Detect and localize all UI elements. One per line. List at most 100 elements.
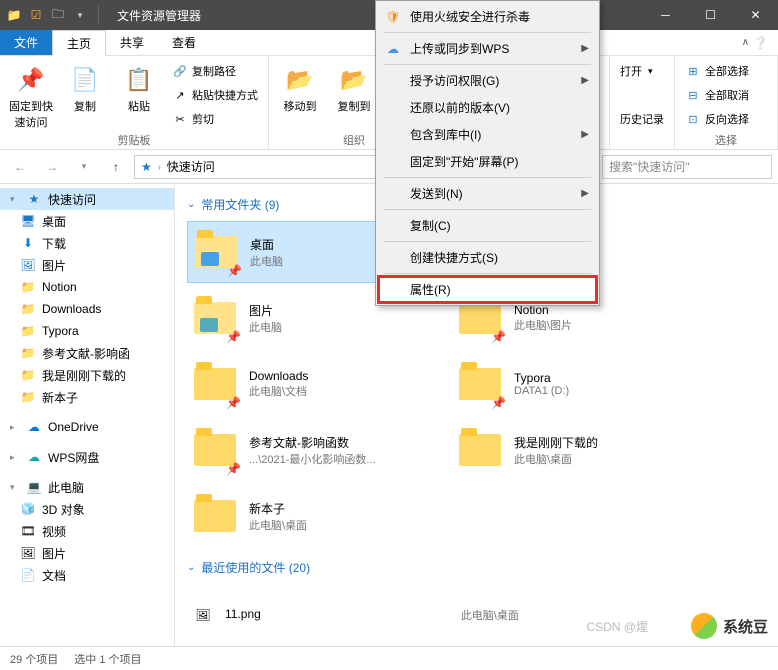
open-button[interactable]: 打开▾	[616, 60, 668, 82]
tab-view[interactable]: 查看	[158, 30, 210, 55]
pin-icon: 📌	[226, 396, 241, 410]
star-icon: ★	[141, 160, 152, 174]
copypath-button[interactable]: 🔗复制路径	[168, 60, 262, 82]
folder-item-newbook[interactable]: 新本子此电脑\桌面	[187, 485, 432, 547]
history-button[interactable]: 历史记录	[616, 108, 668, 130]
qat-checkbox-icon[interactable]: ☑	[28, 7, 44, 23]
up-button[interactable]: ↑	[102, 154, 130, 180]
chevron-down-icon: ⌄	[187, 562, 195, 573]
minimize-button[interactable]: ─	[643, 0, 688, 30]
paste-button[interactable]: 📋 粘贴	[114, 60, 164, 130]
folder-item-typora[interactable]: 📌 TyporaDATA1 (D:)	[452, 353, 697, 415]
ctx-pinstart[interactable]: 固定到"开始"屏幕(P)	[378, 148, 597, 175]
sidebar-item-downloads[interactable]: ⬇下载	[0, 232, 174, 254]
context-menu: 🛡使用火绒安全进行杀毒 ☁上传或同步到WPS▶ 授予访问权限(G)▶ 还原以前的…	[375, 0, 600, 306]
sidebar-item-3d[interactable]: 🧊3D 对象	[0, 498, 174, 520]
video-icon: 🎞	[20, 523, 36, 539]
desktop-icon: 🖥	[20, 213, 36, 229]
sidebar-item-onedrive[interactable]: ▸☁OneDrive	[0, 416, 174, 438]
sidebar-item-pictures[interactable]: 🖼图片	[0, 254, 174, 276]
tab-home[interactable]: 主页	[52, 30, 106, 56]
tab-file[interactable]: 文件	[0, 30, 52, 55]
recent-dropdown[interactable]: ▾	[70, 154, 98, 180]
shortcut-icon: ↗	[172, 87, 188, 103]
sidebar-item-pictures2[interactable]: 🖼图片	[0, 542, 174, 564]
cloud-icon: ☁	[384, 40, 402, 58]
ctx-copy[interactable]: 复制(C)	[378, 212, 597, 239]
sidebar-item-wps[interactable]: ▸☁WPS网盘	[0, 446, 174, 468]
cube-icon: 🧊	[20, 501, 36, 517]
sidebar-item-video[interactable]: 🎞视频	[0, 520, 174, 542]
copy-button[interactable]: 📄 复制	[60, 60, 110, 130]
group-select-label: 选择	[681, 130, 771, 150]
sidebar-item-newbook[interactable]: 📁新本子	[0, 386, 174, 408]
shield-icon: 🛡	[384, 8, 402, 26]
picture-icon: 🖼	[20, 545, 36, 561]
pin-icon: 📌	[226, 330, 241, 344]
ctx-sendto[interactable]: 发送到(N)▶	[378, 180, 597, 207]
ctx-grant[interactable]: 授予访问权限(G)▶	[378, 67, 597, 94]
ctx-shortcut[interactable]: 创建快捷方式(S)	[378, 244, 597, 271]
section-recent[interactable]: ⌄最近使用的文件 (20)	[187, 559, 766, 576]
sidebar-item-downloads-en[interactable]: 📁Downloads	[0, 298, 174, 320]
ribbon-collapse-icon[interactable]: ∧	[742, 37, 749, 48]
sidebar-item-typora[interactable]: 📁Typora	[0, 320, 174, 342]
tab-share[interactable]: 共享	[106, 30, 158, 55]
selectall-icon: ⊞	[685, 63, 701, 79]
sidebar-item-quickaccess[interactable]: ▾★快速访问	[0, 188, 174, 210]
folder-icon: 📁	[20, 345, 36, 361]
pin-icon: 📌	[227, 264, 242, 278]
folder-icon: 📁	[20, 323, 36, 339]
forward-button[interactable]: →	[38, 154, 66, 180]
folder-item-deleted[interactable]: 我是刚刚下载的此电脑\桌面	[452, 419, 697, 481]
item-count: 29 个项目	[10, 651, 58, 667]
submenu-arrow-icon: ▶	[581, 188, 589, 199]
address-text: 快速访问	[167, 158, 215, 175]
recent-file-item[interactable]: 🖼 11.png此电脑\桌面	[187, 584, 707, 646]
submenu-arrow-icon: ▶	[581, 129, 589, 140]
close-button[interactable]: ✕	[733, 0, 778, 30]
watermark-icon	[691, 613, 717, 639]
invert-button[interactable]: ⊡反向选择	[681, 108, 771, 130]
qat-dropdown-icon[interactable]: ▾	[72, 7, 88, 23]
help-icon[interactable]: ❔	[753, 36, 768, 50]
moveto-button[interactable]: 📂 移动到	[275, 60, 325, 130]
search-box[interactable]: 搜索"快速访问"	[602, 155, 772, 179]
group-clipboard-label: 剪贴板	[6, 130, 262, 150]
pin-icon: 📌	[491, 396, 506, 410]
sidebar-item-desktop[interactable]: 🖥桌面	[0, 210, 174, 232]
folder-icon: 📁	[20, 279, 36, 295]
sidebar-item-notion[interactable]: 📁Notion	[0, 276, 174, 298]
sidebar-item-deleted[interactable]: 📁我是刚刚下载的	[0, 364, 174, 386]
ctx-properties[interactable]: 属性(R)	[378, 276, 597, 303]
pin-icon: 📌	[15, 64, 47, 96]
file-icon: 🖼	[195, 608, 210, 622]
folder-item-downloads-en[interactable]: 📌 Downloads此电脑\文档	[187, 353, 432, 415]
cut-button[interactable]: ✂剪切	[168, 108, 262, 130]
sidebar-item-thispc[interactable]: ▾💻此电脑	[0, 476, 174, 498]
sidebar-item-docs[interactable]: 📄文档	[0, 564, 174, 586]
path-icon: 🔗	[172, 63, 188, 79]
submenu-arrow-icon: ▶	[581, 43, 589, 54]
ctx-wps[interactable]: ☁上传或同步到WPS▶	[378, 35, 597, 62]
pasteshortcut-button[interactable]: ↗粘贴快捷方式	[168, 84, 262, 106]
chevron-down-icon: ⌄	[187, 199, 195, 210]
selected-count: 选中 1 个项目	[74, 651, 141, 667]
selectnone-button[interactable]: ⊟全部取消	[681, 84, 771, 106]
ctx-restore[interactable]: 还原以前的版本(V)	[378, 94, 597, 121]
download-icon: ⬇	[20, 235, 36, 251]
maximize-button[interactable]: ☐	[688, 0, 733, 30]
folder-icon: 📁	[20, 389, 36, 405]
copyto-button[interactable]: 📂 复制到	[329, 60, 379, 130]
folder-item-ref[interactable]: 📌 参考文献-影响函数...\2021-最小化影响函数...	[187, 419, 432, 481]
sidebar-item-ref[interactable]: 📁参考文献-影响函	[0, 342, 174, 364]
pin-quickaccess-button[interactable]: 📌 固定到快 速访问	[6, 60, 56, 130]
selectnone-icon: ⊟	[685, 87, 701, 103]
selectall-button[interactable]: ⊞全部选择	[681, 60, 771, 82]
explorer-icon: 📁	[6, 7, 22, 23]
ctx-include[interactable]: 包含到库中(I)▶	[378, 121, 597, 148]
qat-folder-icon[interactable]: 🗀	[50, 7, 66, 23]
back-button[interactable]: ←	[6, 154, 34, 180]
watermark: 系统豆	[691, 613, 768, 639]
ctx-huorong[interactable]: 🛡使用火绒安全进行杀毒	[378, 3, 597, 30]
